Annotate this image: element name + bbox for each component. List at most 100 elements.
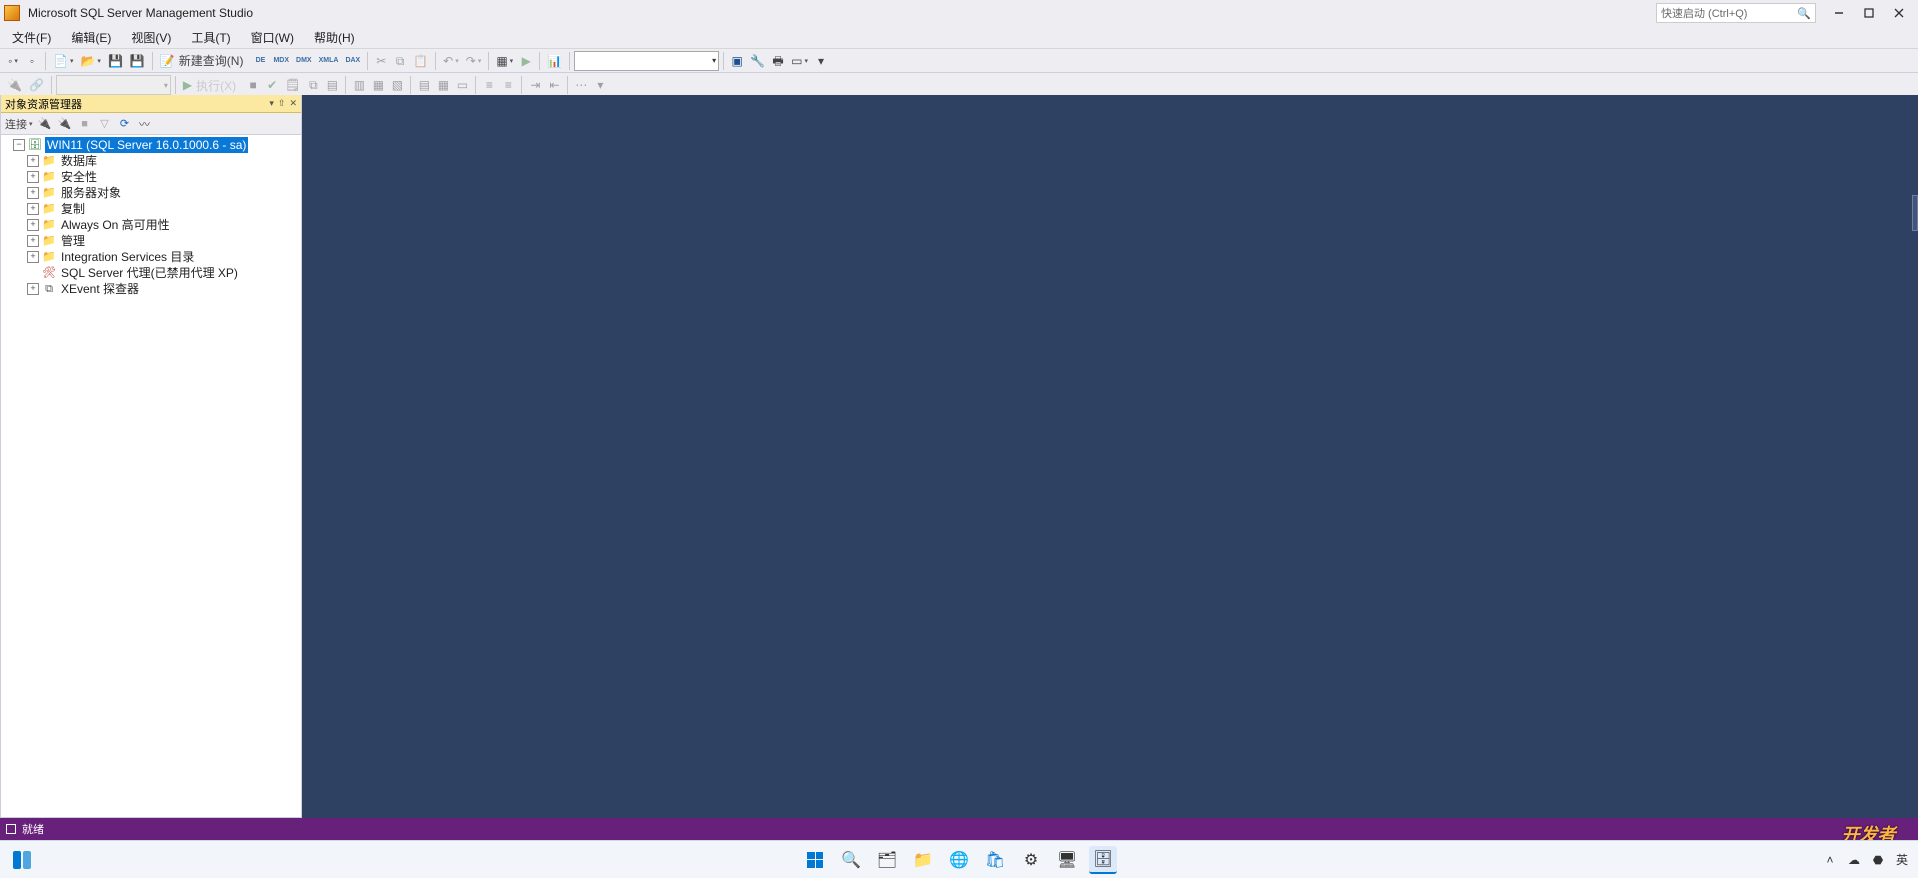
tree-node-label[interactable]: 管理 bbox=[59, 233, 87, 249]
menu-window[interactable]: 窗口(W) bbox=[241, 27, 304, 48]
taskbar-widgets-button[interactable] bbox=[8, 846, 36, 874]
results-text-button[interactable]: ▤ bbox=[415, 75, 433, 95]
expand-icon[interactable]: + bbox=[27, 251, 39, 263]
expand-icon[interactable]: + bbox=[27, 155, 39, 167]
oe-filter-enable-button[interactable]: ■ bbox=[77, 115, 93, 133]
app-icon-1[interactable]: ⚙ bbox=[1017, 846, 1045, 874]
tree-node-label[interactable]: XEvent 探查器 bbox=[59, 281, 141, 297]
expand-icon[interactable]: + bbox=[27, 235, 39, 247]
object-explorer-titlebar[interactable]: 对象资源管理器 ▾ ⇧ ✕ bbox=[1, 95, 301, 113]
dmx-query-icon[interactable]: DMX bbox=[293, 51, 315, 71]
tree-node-label[interactable]: 服务器对象 bbox=[59, 185, 123, 201]
oe-stop-button[interactable]: 🔌 bbox=[57, 115, 73, 133]
redo-button[interactable]: ↷▾ bbox=[463, 51, 485, 71]
toolbox-button[interactable]: 🖶 bbox=[769, 51, 787, 71]
maximize-button[interactable] bbox=[1854, 2, 1884, 24]
menu-view[interactable]: 视图(V) bbox=[121, 27, 181, 48]
parse-button[interactable]: ✔ bbox=[263, 75, 281, 95]
ssms-taskbar-icon[interactable]: 🗄 bbox=[1089, 846, 1117, 874]
menu-help[interactable]: 帮助(H) bbox=[304, 27, 365, 48]
tray-chevron-icon[interactable]: ˄ bbox=[1822, 852, 1838, 868]
file-explorer-icon[interactable]: 📁 bbox=[909, 846, 937, 874]
specify-values-button[interactable]: ⋯ bbox=[572, 75, 590, 95]
comment-button[interactable]: ≡ bbox=[480, 75, 498, 95]
query-options-button[interactable]: ⧉ bbox=[304, 75, 322, 95]
change-connection-button[interactable]: 🔗 bbox=[26, 75, 47, 95]
menu-tools[interactable]: 工具(T) bbox=[181, 27, 240, 48]
quick-launch-box[interactable]: 快速启动 (Ctrl+Q) 🔍 bbox=[1656, 3, 1816, 23]
toolbar2-overflow[interactable]: ▾ bbox=[591, 75, 609, 95]
tree-node-label[interactable]: Integration Services 目录 bbox=[59, 249, 196, 265]
paste-button[interactable]: 📋 bbox=[410, 51, 431, 71]
estimated-plan-button[interactable]: 🗒 bbox=[282, 75, 303, 95]
tree-node[interactable]: +⧉XEvent 探查器 bbox=[3, 281, 301, 297]
window-layout-button[interactable]: ▭▾ bbox=[788, 51, 811, 71]
tree-node-label[interactable]: 安全性 bbox=[59, 169, 99, 185]
stop-button[interactable]: ■ bbox=[244, 75, 262, 95]
close-button[interactable] bbox=[1884, 2, 1914, 24]
database-selector[interactable]: ▾ bbox=[56, 75, 171, 95]
search-icon[interactable]: 🔍 bbox=[1797, 6, 1811, 20]
cut-button[interactable]: ✂ bbox=[372, 51, 390, 71]
window-position-icon[interactable]: ▾ bbox=[269, 98, 274, 109]
new-project-button[interactable]: 📄▾ bbox=[50, 51, 76, 71]
oe-refresh-button[interactable]: ⟳ bbox=[117, 115, 133, 133]
taskbar-search-button[interactable]: 🔍 bbox=[837, 846, 865, 874]
toolbar-overflow[interactable]: ▾ bbox=[812, 51, 830, 71]
system-tray[interactable]: ˄ ☁ ⬣ 英 bbox=[1822, 852, 1910, 868]
task-view-button[interactable]: 🗂 bbox=[873, 846, 901, 874]
include-client-stats-button[interactable]: ▧ bbox=[388, 75, 406, 95]
tree-node[interactable]: +📁管理 bbox=[3, 233, 301, 249]
activity-monitor-button[interactable]: 📊 bbox=[544, 51, 565, 71]
xmla-query-icon[interactable]: XMLA bbox=[316, 51, 342, 71]
tree-root-label[interactable]: WIN11 (SQL Server 16.0.1000.6 - sa) bbox=[45, 137, 248, 153]
store-icon[interactable]: 🛍 bbox=[981, 846, 1009, 874]
include-stats-button[interactable]: ▦ bbox=[369, 75, 387, 95]
edge-icon[interactable]: 🌐 bbox=[945, 846, 973, 874]
include-plan-button[interactable]: ▥ bbox=[350, 75, 368, 95]
collapse-icon[interactable]: − bbox=[13, 139, 25, 151]
undo-button[interactable]: ↶▾ bbox=[440, 51, 462, 71]
tree-node-label[interactable]: 复制 bbox=[59, 201, 87, 217]
start-button[interactable]: ▶ bbox=[517, 51, 535, 71]
open-button[interactable]: 📂▾ bbox=[77, 51, 103, 71]
tray-onedrive-icon[interactable]: ☁ bbox=[1846, 852, 1862, 868]
copy-button[interactable]: ⧉ bbox=[391, 51, 409, 71]
oe-activity-icon[interactable]: 〰 bbox=[137, 115, 153, 133]
app-icon-2[interactable]: 🖥 bbox=[1053, 846, 1081, 874]
tree-root-row[interactable]: − 🗄 WIN11 (SQL Server 16.0.1000.6 - sa) bbox=[3, 137, 301, 153]
menu-file[interactable]: 文件(F) bbox=[2, 27, 61, 48]
outdent-button[interactable]: ⇤ bbox=[545, 75, 563, 95]
minimize-button[interactable] bbox=[1824, 2, 1854, 24]
expand-icon[interactable]: + bbox=[27, 187, 39, 199]
execute-button[interactable]: ▶ 执行(X) bbox=[180, 75, 243, 95]
collapsed-panel-handle[interactable] bbox=[1912, 195, 1918, 231]
nav-back-button[interactable]: ◦▾ bbox=[4, 51, 22, 71]
results-file-button[interactable]: ▭ bbox=[453, 75, 471, 95]
nav-forward-button[interactable]: ◦ bbox=[23, 51, 41, 71]
start-button[interactable] bbox=[801, 846, 829, 874]
database-combo[interactable]: ▾ bbox=[574, 51, 719, 71]
results-grid-button[interactable]: ▦ bbox=[434, 75, 452, 95]
tree-node[interactable]: +📁Always On 高可用性 bbox=[3, 217, 301, 233]
oe-connect-button[interactable]: 连接▾ bbox=[5, 115, 33, 133]
tree-node-label[interactable]: Always On 高可用性 bbox=[59, 217, 172, 233]
tree-node[interactable]: +📁数据库 bbox=[3, 153, 301, 169]
windows-taskbar[interactable]: 🔍 🗂 📁 🌐 🛍 ⚙ 🖥 🗄 ˄ ☁ ⬣ 英 bbox=[0, 840, 1918, 878]
indent-button[interactable]: ⇥ bbox=[526, 75, 544, 95]
object-explorer-tree[interactable]: − 🗄 WIN11 (SQL Server 16.0.1000.6 - sa) … bbox=[1, 135, 301, 817]
pin-icon[interactable]: ⇧ bbox=[278, 98, 286, 109]
dax-query-icon[interactable]: DAX bbox=[342, 51, 363, 71]
expand-icon[interactable]: + bbox=[27, 283, 39, 295]
tray-security-icon[interactable]: ⬣ bbox=[1870, 852, 1886, 868]
tree-node[interactable]: 🛠SQL Server 代理(已禁用代理 XP) bbox=[3, 265, 301, 281]
uncomment-button[interactable]: ≡ bbox=[499, 75, 517, 95]
de-query-icon[interactable]: DE bbox=[251, 51, 269, 71]
tree-node-label[interactable]: 数据库 bbox=[59, 153, 99, 169]
expand-icon[interactable]: + bbox=[27, 171, 39, 183]
intellisense-button[interactable]: ▤ bbox=[323, 75, 341, 95]
panel-close-icon[interactable]: ✕ bbox=[289, 98, 297, 109]
registered-servers-button[interactable]: ▣ bbox=[728, 51, 746, 71]
tree-node[interactable]: +📁Integration Services 目录 bbox=[3, 249, 301, 265]
tree-node[interactable]: +📁安全性 bbox=[3, 169, 301, 185]
